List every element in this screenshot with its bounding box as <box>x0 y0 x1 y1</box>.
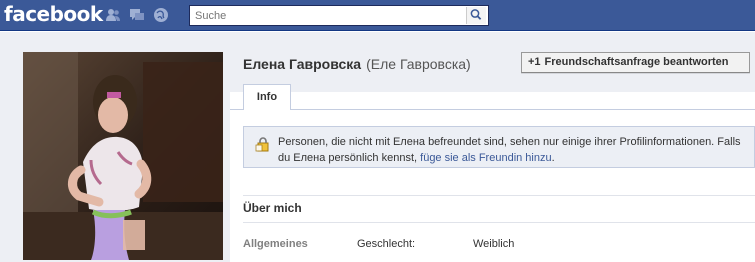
profile-name-row: Елена Гавровска (Еле Гавровска) <box>243 56 471 72</box>
search-box <box>189 5 489 26</box>
search-button[interactable] <box>466 7 486 24</box>
notifications-icon[interactable] <box>153 7 169 23</box>
about-me-heading: Über mich <box>243 201 302 215</box>
profile-body <box>230 92 755 262</box>
friend-requests-icon[interactable] <box>105 7 121 23</box>
search-icon <box>470 9 482 20</box>
tab-info[interactable]: Info <box>243 84 291 110</box>
about-field-value: Weiblich <box>473 238 515 250</box>
respond-friend-request-label: Freundschaftsanfrage beantworten <box>544 56 729 68</box>
top-bar: facebook <box>0 0 755 31</box>
privacy-notice: Personen, die nicht mit Елена befreundet… <box>243 126 755 168</box>
facebook-logo[interactable]: facebook <box>4 2 103 26</box>
profile-alternate-name: (Еле Гавровска) <box>366 56 471 72</box>
about-section-label: Allgemeines <box>243 238 308 250</box>
profile-content: Елена Гавровска (Еле Гавровска) +1 Freund… <box>0 32 755 262</box>
section-divider <box>243 222 755 223</box>
profile-picture[interactable] <box>23 52 223 260</box>
about-field-key: Geschlecht: <box>357 238 416 250</box>
messages-icon[interactable] <box>129 7 145 23</box>
tab-divider <box>230 109 755 110</box>
search-input[interactable] <box>190 6 466 25</box>
add-friend-icon: +1 <box>528 56 541 68</box>
profile-photo-image <box>23 52 223 260</box>
profile-name[interactable]: Елена Гавровска <box>243 56 361 72</box>
privacy-notice-suffix: . <box>551 152 555 164</box>
section-divider <box>243 195 755 196</box>
add-as-friend-link[interactable]: füge sie als Freundin hinzu <box>420 152 551 164</box>
respond-friend-request-button[interactable]: +1 Freundschaftsanfrage beantworten <box>521 52 750 73</box>
lock-icon <box>255 137 269 152</box>
